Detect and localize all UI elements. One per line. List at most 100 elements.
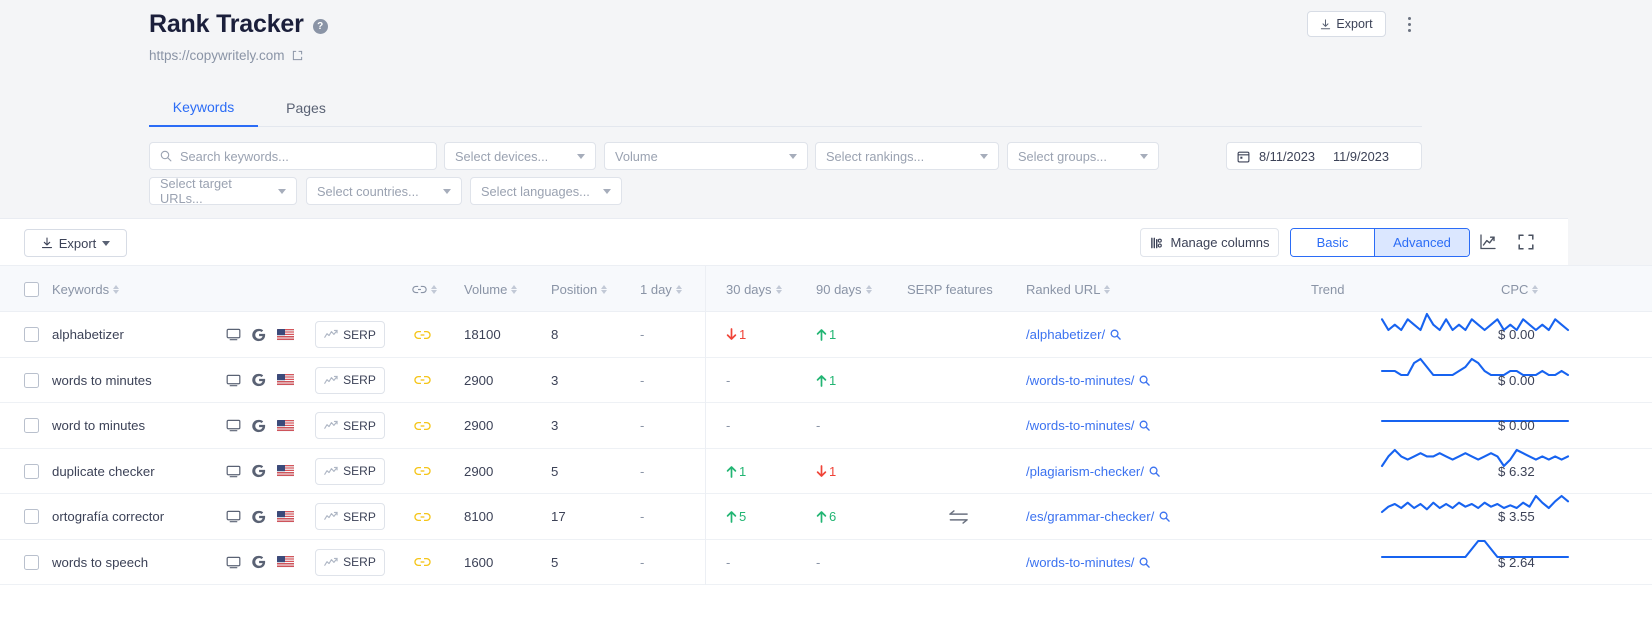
select-languages-dropdown[interactable]: Select languages... (470, 177, 622, 205)
link-chain-icon[interactable] (414, 465, 431, 477)
chevron-down-icon (789, 153, 797, 159)
serp-button[interactable]: SERP (315, 548, 385, 576)
serp-button[interactable]: SERP (315, 321, 385, 349)
cell-position: 3 (551, 358, 558, 404)
cell-30days: - (726, 358, 730, 404)
us-flag-icon (277, 510, 294, 523)
select-all-checkbox[interactable] (24, 282, 39, 297)
export-top-button[interactable]: Export (1307, 11, 1386, 37)
us-flag-icon (277, 328, 294, 341)
column-header-90days[interactable]: 90 days (816, 266, 872, 313)
select-target-urls-dropdown[interactable]: Select target URLs... (149, 176, 297, 206)
column-header-position[interactable]: Position (551, 266, 608, 313)
help-circle-icon[interactable]: ? (312, 19, 328, 34)
sort-icon (431, 285, 437, 294)
column-header-ranked-url[interactable]: Ranked URL (1026, 266, 1111, 313)
serp-button-label: SERP (343, 509, 376, 524)
date-range-picker[interactable]: 8/11/2023 11/9/2023 (1226, 142, 1422, 170)
ranked-url-link[interactable]: /es/grammar-checker/ (1026, 509, 1154, 524)
column-header-keywords[interactable]: Keywords (52, 266, 120, 313)
ranked-url-link[interactable]: /words-to-minutes/ (1026, 418, 1134, 433)
column-header-keywords-label: Keywords (52, 282, 110, 297)
serp-button[interactable]: SERP (315, 503, 385, 531)
serp-button[interactable]: SERP (315, 412, 385, 440)
keyword-text: duplicate checker (52, 463, 155, 479)
cell-serp-features (903, 540, 1013, 586)
row-checkbox[interactable] (24, 463, 39, 479)
external-link-icon[interactable] (292, 50, 303, 61)
tab-pages-label: Pages (286, 99, 326, 116)
ranked-url-link[interactable]: /words-to-minutes/ (1026, 555, 1134, 570)
manage-columns-button[interactable]: Manage columns (1140, 228, 1279, 257)
column-header-link[interactable] (412, 266, 437, 313)
cell-ranked-url: /plagiarism-checker/ (1026, 449, 1160, 495)
cell-volume: 2900 (464, 449, 493, 495)
expand-icon[interactable] (1516, 232, 1536, 252)
url-search-icon[interactable] (1110, 329, 1121, 341)
more-vertical-icon[interactable] (1402, 14, 1416, 34)
serp-chart-icon (324, 375, 338, 386)
url-search-icon[interactable] (1159, 511, 1171, 523)
column-header-1day[interactable]: 1 day (640, 266, 682, 313)
row-checkbox[interactable] (24, 327, 39, 343)
no-change-dash: - (726, 372, 731, 388)
ranked-url-link[interactable]: /alphabetizer/ (1026, 327, 1105, 342)
serp-button[interactable]: SERP (315, 457, 385, 485)
search-keywords-field[interactable] (149, 142, 437, 170)
link-chain-icon[interactable] (414, 511, 431, 523)
column-header-volume-label: Volume (464, 282, 508, 297)
tab-pages[interactable]: Pages (266, 88, 346, 127)
delta-value: 1 (829, 463, 837, 479)
search-input[interactable] (180, 148, 426, 164)
select-devices-dropdown[interactable]: Select devices... (444, 142, 596, 170)
cell-device-engine-country (226, 312, 294, 358)
url-search-icon[interactable] (1139, 420, 1151, 432)
row-checkbox[interactable] (24, 509, 39, 525)
row-checkbox[interactable] (24, 554, 39, 570)
row-checkbox[interactable] (24, 372, 39, 388)
tab-keywords[interactable]: Keywords (149, 88, 258, 127)
url-search-icon[interactable] (1139, 557, 1151, 568)
chevron-down-icon (278, 188, 286, 194)
trend-chart-icon[interactable] (1478, 232, 1498, 252)
desktop-icon (226, 556, 241, 569)
cpc-value: $ 0.00 (1498, 327, 1535, 343)
view-basic-button[interactable]: Basic (1291, 229, 1375, 256)
volume-dropdown[interactable]: Volume (604, 142, 808, 170)
url-search-icon[interactable] (1149, 466, 1160, 477)
ranked-url-link[interactable]: /plagiarism-checker/ (1026, 464, 1144, 479)
select-groups-dropdown[interactable]: Select groups... (1007, 142, 1159, 170)
cell-trend (1380, 480, 1570, 526)
table-row[interactable]: words to speech SERP 1600 5 - - - /words-to-min… (0, 539, 1652, 586)
ranked-url-link[interactable]: /words-to-minutes/ (1026, 373, 1134, 388)
chevron-down-icon (577, 153, 585, 159)
cell-trend (1380, 526, 1570, 572)
column-header-volume[interactable]: Volume (464, 266, 518, 313)
keyword-text: words to minutes (52, 372, 152, 388)
link-chain-icon[interactable] (414, 374, 431, 386)
serp-button[interactable]: SERP (315, 366, 385, 394)
select-countries-dropdown[interactable]: Select countries... (306, 177, 462, 205)
export-button[interactable]: Export (24, 229, 127, 257)
link-chain-icon[interactable] (414, 329, 431, 341)
link-chain-icon[interactable] (414, 420, 431, 432)
url-search-icon[interactable] (1139, 375, 1151, 386)
cell-serp-features (903, 358, 1013, 404)
no-change-dash: - (726, 554, 731, 570)
site-url[interactable]: https://copywritely.com (149, 48, 285, 63)
position-value: 3 (551, 372, 559, 388)
cpc-value: $ 3.55 (1498, 509, 1535, 525)
google-icon (252, 419, 266, 433)
cell-device-engine-country (226, 540, 294, 586)
export-button-label: Export (58, 235, 97, 251)
select-rankings-dropdown[interactable]: Select rankings... (815, 142, 999, 170)
row-checkbox[interactable] (24, 418, 39, 434)
cell-position: 3 (551, 403, 558, 449)
column-header-30days-label: 30 days (726, 282, 772, 297)
view-advanced-button[interactable]: Advanced (1375, 229, 1469, 256)
link-chain-icon[interactable] (414, 556, 431, 568)
calendar-icon (1237, 150, 1250, 163)
cell-90days: 1 (816, 358, 836, 404)
keywords-table: Keywords Volume Position 1 day 30 days 9… (0, 265, 1652, 618)
column-header-30days[interactable]: 30 days (726, 266, 782, 313)
